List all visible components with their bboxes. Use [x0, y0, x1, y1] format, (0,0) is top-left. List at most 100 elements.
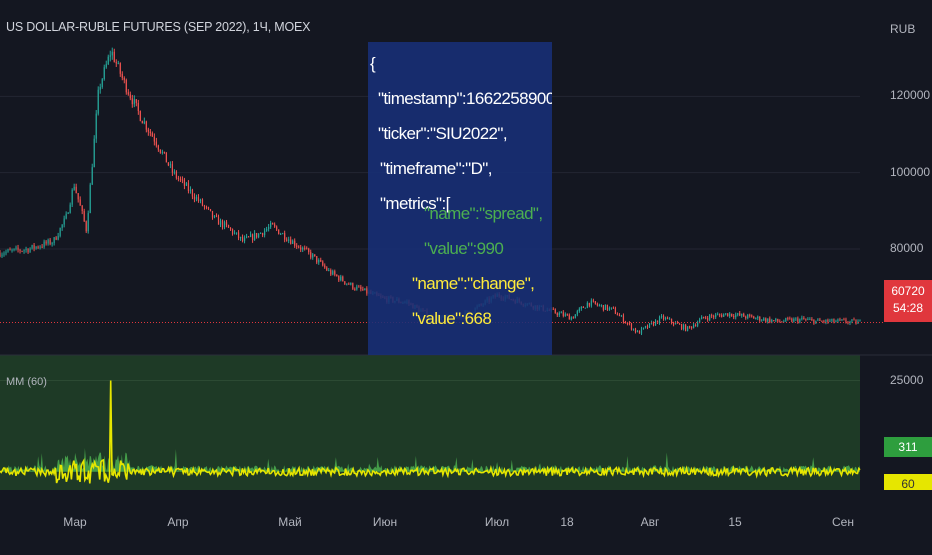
candle-body — [781, 321, 783, 323]
candle-body — [163, 151, 165, 153]
candle-body — [253, 233, 256, 241]
candle-body — [817, 319, 819, 321]
candle-body — [811, 318, 813, 320]
candle-body — [31, 244, 33, 249]
candle-body — [346, 283, 348, 285]
candle-body — [791, 318, 793, 322]
candle-body — [809, 318, 811, 320]
candle-body — [85, 221, 87, 232]
candle-body — [0, 252, 1, 257]
candle-body — [245, 236, 248, 238]
x-tick-label: Май — [278, 515, 302, 529]
candle-body — [855, 319, 857, 324]
candle-body — [280, 233, 282, 235]
x-tick-label: Июн — [373, 515, 397, 529]
candle-body — [268, 227, 270, 230]
json-overlay: {"timestamp":1662258900, "ticker":"SIU202… — [368, 42, 552, 355]
candle-body — [318, 259, 320, 263]
candle-body — [153, 136, 155, 142]
candle-body — [610, 307, 613, 309]
candle-body — [97, 89, 99, 114]
candle-body — [596, 303, 598, 306]
candle-body — [606, 304, 609, 310]
candle-body — [167, 162, 169, 166]
candle-body — [676, 322, 679, 324]
candle-body — [316, 256, 318, 263]
candle-body — [312, 254, 314, 258]
candle-body — [65, 213, 67, 219]
candle-body — [763, 318, 765, 321]
candle-body — [320, 259, 322, 262]
candle-body — [769, 318, 771, 323]
candle-body — [719, 314, 721, 316]
candle-body — [711, 315, 713, 317]
candle-body — [239, 236, 242, 239]
candle-body — [119, 63, 121, 74]
candle-body — [793, 318, 795, 322]
candle-body — [151, 133, 153, 137]
candle-body — [552, 308, 554, 310]
candle-body — [300, 247, 302, 250]
candle-body — [21, 251, 23, 253]
candle-body — [235, 232, 238, 234]
candle-body — [205, 206, 208, 208]
candle-body — [761, 320, 763, 322]
candle-body — [705, 317, 707, 319]
candle-body — [223, 222, 226, 228]
candle-body — [608, 307, 611, 310]
indicator-label: MM (60) — [6, 376, 47, 388]
candle-body — [356, 286, 358, 290]
candle-body — [701, 316, 703, 320]
json-overlay-line: "name":"spread", — [424, 204, 543, 223]
candle-body — [845, 319, 847, 323]
candle-body — [851, 319, 853, 322]
candle-body — [821, 320, 823, 322]
candle-body — [564, 314, 566, 316]
candle-body — [717, 314, 719, 316]
candle-body — [23, 250, 25, 252]
x-tick-label: 18 — [560, 515, 574, 529]
currency-label: RUB — [890, 22, 916, 36]
candle-body — [654, 320, 657, 326]
candle-body — [576, 311, 578, 315]
candle-body — [330, 270, 332, 275]
candle-body — [135, 99, 137, 104]
candle-body — [682, 324, 685, 330]
volume-y-tick-label: 25000 — [890, 372, 924, 387]
y-tick-label: 100000 — [890, 164, 931, 179]
candle-body — [185, 183, 188, 186]
candle-body — [274, 224, 276, 227]
candle-body — [193, 196, 196, 200]
candle-body — [197, 197, 200, 201]
candle-body — [272, 223, 274, 225]
candle-body — [604, 304, 607, 310]
candle-body — [15, 247, 17, 249]
candle-body — [270, 223, 272, 228]
bar-countdown: 54:28 — [892, 301, 924, 315]
candle-body — [203, 205, 206, 207]
candle-body — [125, 79, 127, 93]
candle-body — [75, 186, 77, 194]
candle-body — [572, 317, 574, 319]
candle-body — [614, 308, 617, 314]
candle-body — [43, 241, 45, 247]
candle-body — [789, 318, 791, 320]
candle-body — [841, 319, 843, 321]
candle-body — [342, 276, 344, 282]
candle-body — [819, 319, 821, 321]
candle-body — [630, 323, 633, 330]
candle-body — [598, 305, 600, 307]
candle-body — [741, 313, 743, 316]
candle-body — [833, 318, 835, 323]
candle-body — [743, 313, 745, 317]
candle-body — [57, 235, 59, 240]
candle-body — [121, 73, 123, 78]
candle-body — [49, 239, 51, 245]
candle-body — [249, 234, 252, 237]
candle-body — [255, 233, 258, 238]
candle-body — [340, 276, 342, 281]
candle-body — [693, 325, 695, 328]
candle-body — [837, 319, 839, 322]
candle-body — [592, 300, 594, 302]
candle-body — [644, 326, 647, 328]
